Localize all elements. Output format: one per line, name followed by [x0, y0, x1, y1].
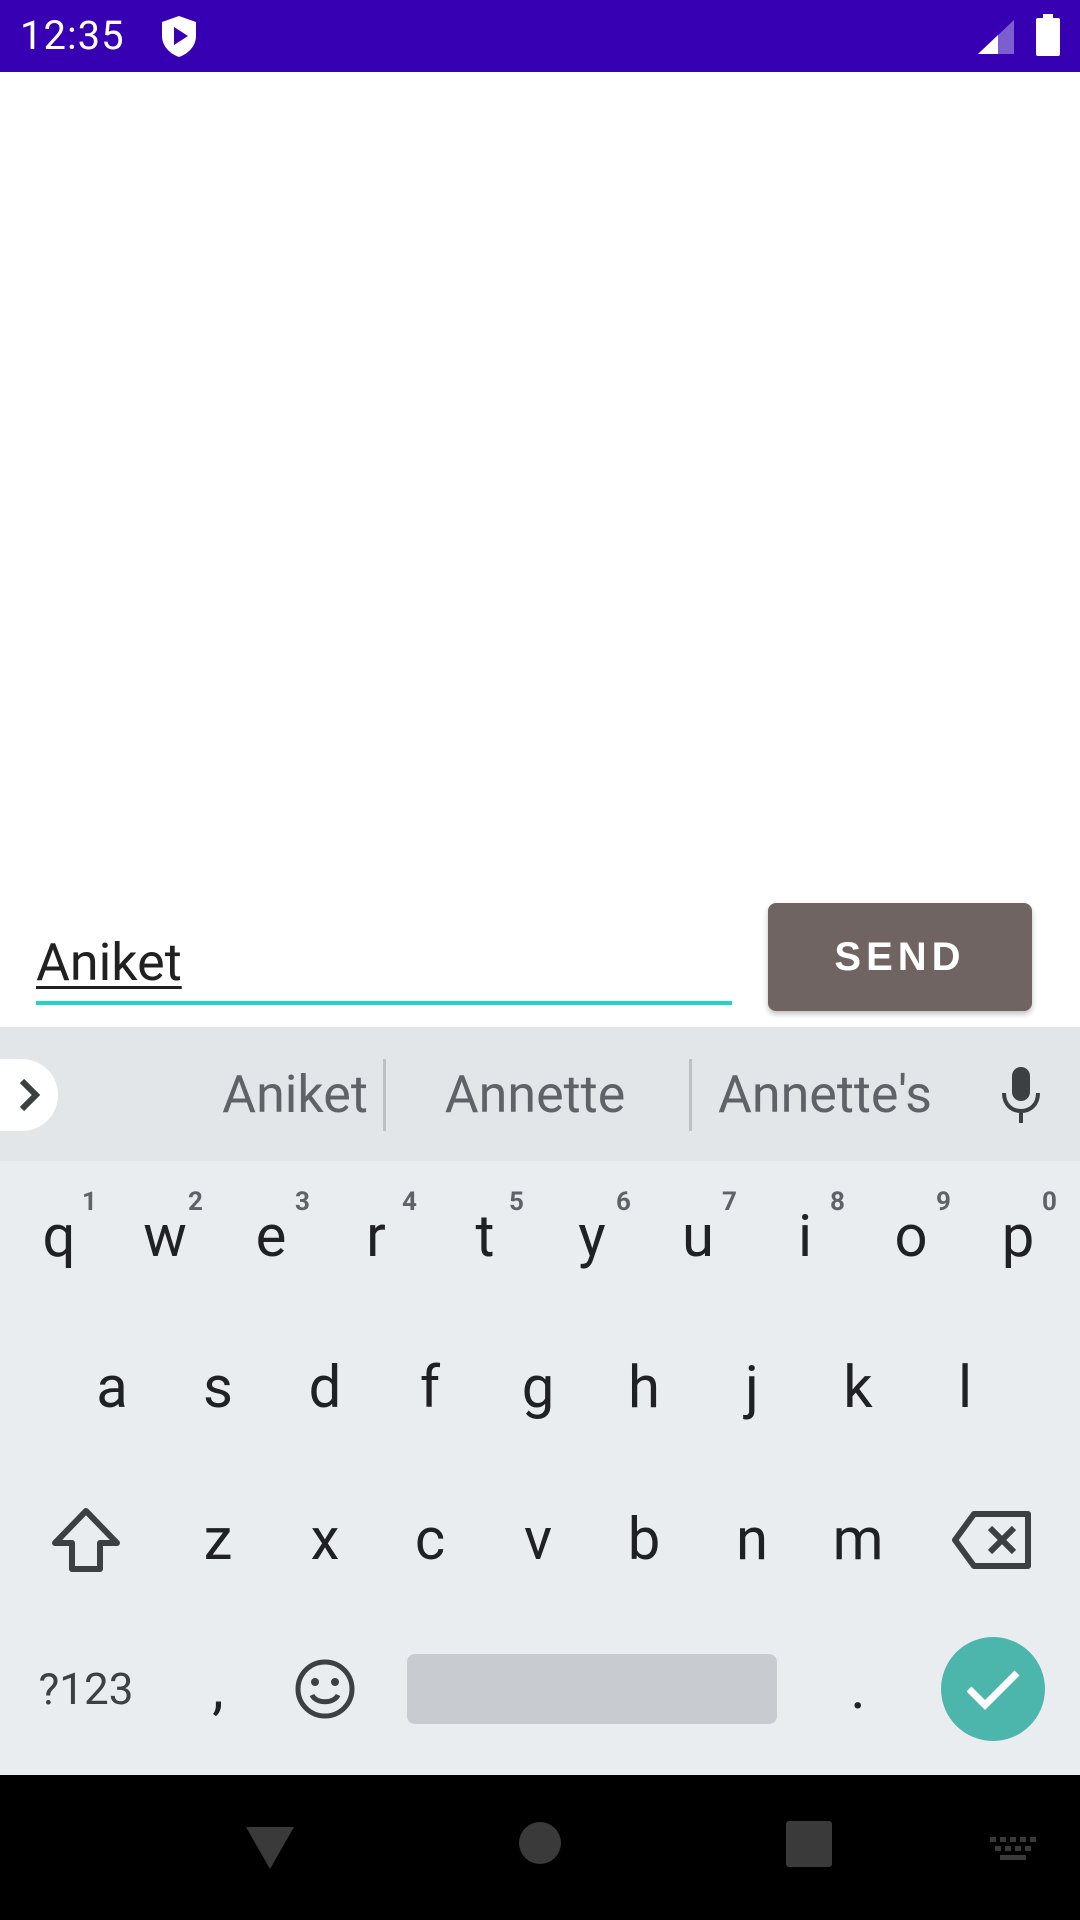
shift-key[interactable] [36, 1480, 136, 1600]
key-label: s [203, 1354, 233, 1422]
key-label: a [96, 1354, 128, 1422]
key-hint: 9 [936, 1187, 951, 1217]
key-label: n [735, 1506, 769, 1574]
key-l[interactable]: l [915, 1328, 1015, 1448]
key-hint: 2 [188, 1187, 203, 1217]
key-label: g [521, 1354, 555, 1422]
soft-keyboard: Aniket Annette Annette's q 1 w 2 e 3 r 4… [0, 1027, 1080, 1775]
key-label: q [42, 1203, 76, 1271]
key-label: h [628, 1354, 660, 1422]
suggestion-divider [689, 1059, 692, 1131]
key-hint: 1 [82, 1187, 97, 1217]
key-label: p [1001, 1203, 1035, 1271]
key-g[interactable]: g [488, 1328, 588, 1448]
key-label: ?123 [38, 1663, 134, 1715]
signal-icon [978, 20, 1014, 54]
key-z[interactable]: z [168, 1480, 268, 1600]
suggestion-3[interactable]: Annette's [700, 1061, 950, 1129]
key-label: . [850, 1655, 866, 1723]
key-label: z [203, 1506, 233, 1574]
key-a[interactable]: a [62, 1328, 162, 1448]
navigation-bar [0, 1775, 1080, 1920]
key-label: i [797, 1203, 813, 1271]
space-bar[interactable] [407, 1654, 777, 1724]
status-time: 12:35 [20, 12, 125, 59]
key-h[interactable]: h [594, 1328, 694, 1448]
key-c[interactable]: c [380, 1480, 480, 1600]
suggestion-2[interactable]: Annette [400, 1061, 670, 1129]
key-n[interactable]: n [702, 1480, 802, 1600]
key-hint: 7 [722, 1187, 737, 1217]
key-label: t [475, 1203, 495, 1271]
key-m[interactable]: m [808, 1480, 908, 1600]
key-label: u [682, 1203, 714, 1271]
key-label: j [745, 1354, 759, 1422]
key-k[interactable]: k [808, 1328, 908, 1448]
recents-icon[interactable] [786, 1821, 832, 1867]
key-b[interactable]: b [594, 1480, 694, 1600]
shift-icon [52, 1508, 120, 1572]
symbols-key[interactable]: ?123 [26, 1629, 146, 1749]
key-x[interactable]: x [275, 1480, 375, 1600]
keyboard-switch-icon[interactable] [988, 1835, 1038, 1863]
key-label: m [832, 1506, 884, 1574]
key-label: o [894, 1203, 928, 1271]
key-label: w [143, 1203, 187, 1271]
suggestion-divider [383, 1059, 386, 1131]
shield-play-icon [162, 16, 196, 57]
key-label: f [419, 1354, 441, 1422]
backspace-key[interactable] [942, 1480, 1042, 1600]
key-label: r [366, 1203, 386, 1271]
key-hint: 5 [509, 1187, 524, 1217]
period-key[interactable]: . [808, 1629, 908, 1749]
key-label: e [255, 1203, 287, 1271]
key-d[interactable]: d [275, 1328, 375, 1448]
key-s[interactable]: s [168, 1328, 268, 1448]
key-label: k [843, 1354, 873, 1422]
chevron-right-icon [19, 1078, 41, 1112]
send-button[interactable]: SEND [768, 903, 1032, 1011]
enter-key[interactable] [941, 1637, 1045, 1741]
suggestion-strip: Aniket Annette Annette's [0, 1027, 1080, 1161]
key-label: , [212, 1655, 224, 1723]
back-icon[interactable] [244, 1825, 296, 1871]
expand-toolbar-button[interactable] [0, 1059, 58, 1131]
key-hint: 6 [616, 1187, 631, 1217]
key-label: c [414, 1506, 446, 1574]
backspace-icon [952, 1511, 1031, 1569]
suggestion-1[interactable]: Aniket [160, 1061, 430, 1129]
key-hint: 0 [1042, 1187, 1057, 1217]
message-input[interactable]: Aniket [36, 925, 732, 1005]
key-v[interactable]: v [488, 1480, 588, 1600]
microphone-icon[interactable] [996, 1065, 1046, 1125]
input-underline [36, 1001, 732, 1005]
emoji-key[interactable] [275, 1629, 375, 1749]
key-hint: 3 [295, 1187, 310, 1217]
check-icon [966, 1670, 1020, 1710]
battery-icon [1036, 14, 1060, 56]
key-label: x [310, 1506, 340, 1574]
key-hint: 8 [830, 1187, 845, 1217]
comma-key[interactable]: , [168, 1629, 268, 1749]
key-label: l [957, 1354, 973, 1422]
key-label: y [578, 1203, 606, 1271]
home-icon[interactable] [518, 1821, 562, 1865]
message-input-value[interactable]: Aniket [36, 925, 182, 1001]
key-f[interactable]: f [380, 1328, 480, 1448]
key-hint: 4 [402, 1187, 417, 1217]
key-label: b [627, 1506, 661, 1574]
key-j[interactable]: j [702, 1328, 802, 1448]
key-label: v [523, 1506, 553, 1574]
key-label: d [308, 1354, 342, 1422]
app-content [0, 72, 1080, 1027]
emoji-icon [295, 1659, 355, 1719]
status-bar: 12:35 [0, 0, 1080, 72]
